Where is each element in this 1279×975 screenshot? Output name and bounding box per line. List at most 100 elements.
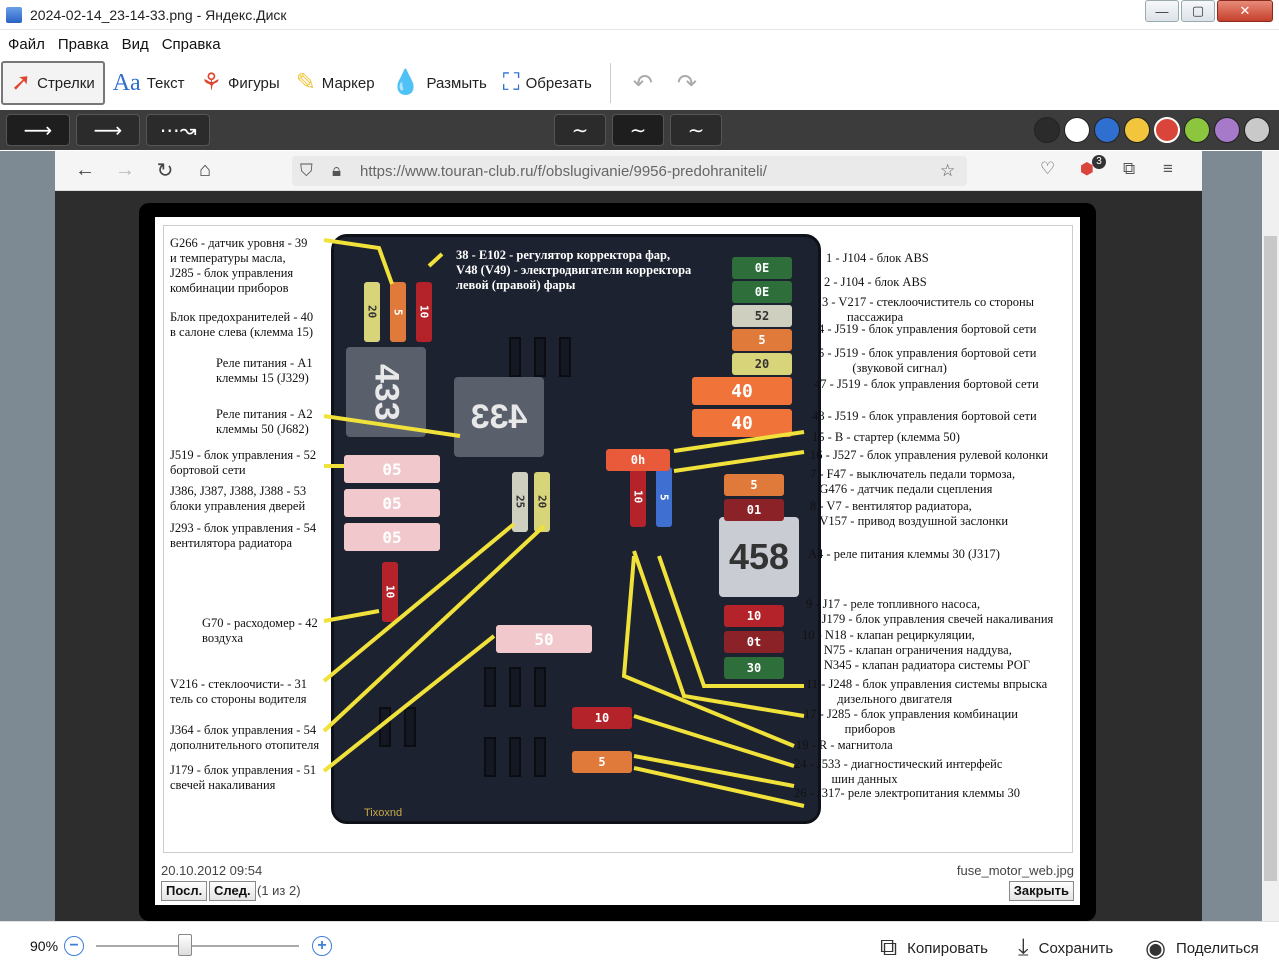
forward-icon[interactable]: → (105, 159, 145, 182)
share-button[interactable]: ◉ Поделиться (1145, 930, 1259, 966)
tool-blur[interactable]: 💧 Размыть (383, 61, 495, 105)
arrow-tool-icon: ➚ (11, 69, 32, 96)
next-image-button[interactable]: След. (209, 881, 256, 901)
shapes-tool-icon: ⚘ (200, 69, 222, 96)
color-swatch-blue[interactable] (1094, 117, 1120, 143)
color-swatch-green[interactable] (1184, 117, 1210, 143)
label-54b: J364 - блок управления - 54 дополнительн… (170, 723, 320, 752)
label-51: J179 - блок управления - 51 свечей накал… (170, 763, 317, 792)
app-icon (6, 6, 22, 23)
stroke-thin-icon[interactable]: ∼ (554, 114, 606, 146)
tool-shapes[interactable]: ⚘ Фигуры (192, 61, 287, 105)
label-54a: J293 - блок управления - 54 вентилятора … (170, 521, 317, 550)
label-24: 24 - J533 - диагностический интерфейс ши… (794, 757, 1003, 786)
lightbox-panel: 433 433 458 20 5 10 25 20 10 5 10 0E 0E … (155, 217, 1080, 905)
label-3: 3 - V217 - стеклоочиститель со стороны п… (822, 295, 1035, 324)
tool-arrows[interactable]: ➚ Стрелки (1, 61, 105, 105)
label-11: 11 - J248 - блок управления системы впры… (806, 677, 1048, 706)
redo-icon[interactable]: ↷ (677, 69, 697, 98)
zoom-out-button[interactable]: − (64, 936, 84, 956)
label-10: 10 - N18 - клапан рециркуляции, N75 - кл… (802, 628, 1030, 672)
image-filename: fuse_motor_web.jpg (956, 863, 1074, 878)
menu-hamburger-icon[interactable]: ≡ (1163, 159, 1173, 179)
copy-button[interactable]: ⧉ Копировать (880, 930, 988, 966)
zoom-slider[interactable] (96, 945, 299, 947)
download-icon: ⤓ (1018, 934, 1029, 961)
arrow-style-thick-icon[interactable]: ⟶ (6, 114, 70, 146)
browser-screenshot: ← → ↻ ⌂ ⛉ 🔒︎ https://www.touran-club.ru/… (55, 151, 1202, 921)
zoom-level: 90% (30, 938, 59, 954)
text-tool-icon: Aa (112, 70, 141, 96)
label-39: G266 - датчик уровня - 39 и температуры … (170, 236, 308, 295)
prev-image-button[interactable]: Посл. (161, 881, 208, 901)
crop-tool-icon: ⛶ (502, 69, 520, 96)
label-a2: Реле питания - A2 клеммы 50 (J682) (216, 407, 313, 436)
menu-view[interactable]: Вид (122, 36, 149, 53)
toolbar-divider (609, 63, 611, 103)
label-5: 5 - J519 - блок управления бортовой сети… (818, 346, 1037, 375)
label-9: 9 - J17 - реле топливного насоса, J179 -… (806, 597, 1054, 626)
extensions-icon[interactable]: ⧉ (1123, 159, 1135, 179)
image-canvas: ← → ↻ ⌂ ⛉ 🔒︎ https://www.touran-club.ru/… (0, 151, 1279, 921)
color-swatch-yellow[interactable] (1124, 117, 1150, 143)
tool-crop[interactable]: ⛶ Обрезать (495, 61, 600, 105)
scrollbar-thumb[interactable] (1264, 236, 1277, 881)
color-swatch-gray[interactable] (1244, 117, 1270, 143)
menu-file[interactable]: Файл (8, 36, 45, 53)
blur-tool-icon: 💧 (390, 69, 421, 96)
label-7: 7 - F47 - выключатель педали тормоза, G4… (810, 467, 1016, 496)
arrow-style-dotted-icon[interactable]: ⋯↝ (146, 114, 210, 146)
label-16: 16 - J527 - блок управления рулевой коло… (810, 448, 1049, 462)
vertical-scrollbar[interactable] (1262, 151, 1279, 921)
window-title: 2024-02-14_23-14-33.png - Яндекс.Диск (30, 6, 287, 23)
color-swatch-white[interactable] (1064, 117, 1090, 143)
maximize-button[interactable]: ▢ (1181, 0, 1215, 22)
label-a1: Реле питания - A1 клеммы 15 (J329) (216, 356, 313, 385)
home-icon[interactable]: ⌂ (185, 159, 225, 182)
url-text: https://www.touran-club.ru/f/obslugivani… (360, 162, 767, 180)
label-19: 19 - R - магнитола (796, 738, 893, 752)
tool-shapes-label: Фигуры (227, 74, 280, 92)
tool-text[interactable]: Aa Текст (105, 61, 193, 105)
pocket-icon[interactable]: ♡ (1040, 159, 1055, 179)
menu-edit[interactable]: Правка (58, 36, 109, 53)
browser-toolbar: ← → ↻ ⌂ ⛉ 🔒︎ https://www.touran-club.ru/… (55, 151, 1202, 191)
minimize-button[interactable]: — (1145, 0, 1179, 22)
status-bar: 90% − + ⧉ Копировать ⤓ Сохранить ◉ Подел… (0, 921, 1279, 975)
adblock-icon[interactable]: ⬢ 3 (1080, 155, 1106, 179)
label-15: 15 - B - стартер (клемма 50) (812, 430, 960, 444)
menu-help[interactable]: Справка (162, 36, 221, 53)
share-label: Поделиться (1175, 939, 1259, 957)
stroke-thick-icon[interactable]: ∼ (670, 114, 722, 146)
label-1: 1 - J104 - блок ABS (826, 251, 929, 265)
label-48: 48 - J519 - блок управления бортовой сет… (812, 409, 1037, 423)
undo-icon[interactable]: ↶ (633, 69, 653, 98)
label-52: J519 - блок управления - 52 бортовой сет… (170, 448, 317, 477)
zoom-slider-thumb[interactable] (178, 934, 192, 956)
label-4: 4 - J519 - блок управления бортовой сети (818, 322, 1037, 336)
label-8: 8 - V7 - вентилятор радиатора, V157 - пр… (810, 499, 1009, 528)
color-swatch-black[interactable] (1034, 117, 1060, 143)
arrow-style-normal-icon[interactable]: ⟶ (76, 114, 140, 146)
save-button[interactable]: ⤓ Сохранить (1018, 930, 1113, 966)
stroke-medium-icon[interactable]: ∼ (612, 114, 664, 146)
label-42: G70 - расходомер - 42 воздуха (202, 616, 318, 645)
reload-icon[interactable]: ↻ (145, 158, 185, 183)
color-swatch-red[interactable] (1154, 117, 1180, 143)
lock-icon: 🔒︎ (332, 161, 342, 180)
zoom-in-button[interactable]: + (312, 936, 332, 956)
close-window-button[interactable]: ✕ (1217, 0, 1273, 22)
menubar: Файл Правка Вид Справка (0, 31, 1279, 57)
back-icon[interactable]: ← (65, 159, 105, 182)
tool-marker[interactable]: ✎ Маркер (288, 61, 383, 105)
close-lightbox-button[interactable]: Закрыть (1008, 881, 1074, 901)
arrow-options-bar: ⟶ ⟶ ⋯↝ ∼ ∼ ∼ (0, 110, 1279, 150)
tool-blur-label: Размыть (426, 74, 487, 92)
address-bar[interactable]: ⛉ 🔒︎ https://www.touran-club.ru/f/obslug… (292, 156, 967, 186)
tool-text-label: Текст (146, 74, 185, 92)
save-label: Сохранить (1038, 939, 1114, 957)
tool-marker-label: Маркер (321, 74, 375, 92)
bookmark-star-icon[interactable]: ☆ (940, 161, 955, 181)
image-lightbox: 433 433 458 20 5 10 25 20 10 5 10 0E 0E … (139, 203, 1096, 921)
color-swatch-purple[interactable] (1214, 117, 1240, 143)
